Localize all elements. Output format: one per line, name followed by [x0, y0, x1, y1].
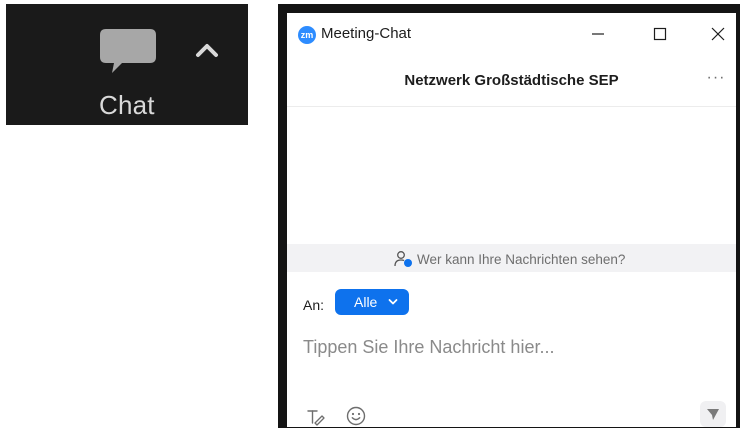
caret-up-icon[interactable] [194, 41, 220, 59]
close-button[interactable] [695, 13, 741, 55]
close-icon [711, 27, 725, 41]
chat-window: zm Meeting-Chat Netzwerk Großstädtische … [278, 4, 740, 428]
format-icon[interactable] [305, 406, 327, 428]
chat-panel: zm Meeting-Chat Netzwerk Großstädtische … [287, 13, 736, 427]
more-options-button[interactable]: ··· [704, 69, 728, 91]
chat-label: Chat [99, 90, 155, 120]
visibility-text: Wer kann Ihre Nachrichten sehen? [417, 251, 626, 267]
zoom-logo: zm [298, 26, 316, 44]
send-button[interactable] [700, 401, 726, 427]
minimize-icon [592, 33, 604, 35]
minimize-button[interactable] [575, 13, 621, 55]
emoji-icon[interactable] [345, 405, 367, 427]
send-icon [707, 409, 719, 420]
title-bar[interactable]: zm Meeting-Chat [287, 13, 736, 55]
visibility-banner[interactable]: Wer kann Ihre Nachrichten sehen? [287, 244, 736, 272]
composer: An: Alle [287, 272, 736, 427]
message-list [287, 108, 736, 244]
recipient-value: Alle [354, 294, 378, 310]
chevron-down-icon [388, 299, 398, 305]
to-label: An: [303, 297, 325, 313]
chat-bubble-icon [100, 29, 156, 73]
maximize-button[interactable] [637, 13, 683, 55]
window-title: Meeting-Chat [321, 25, 412, 42]
person-lock-icon [394, 251, 412, 267]
recipient-dropdown[interactable]: Alle [335, 289, 409, 315]
message-input[interactable] [303, 333, 723, 361]
chat-title: Netzwerk Großstädtische SEP [404, 72, 619, 89]
chat-header: Netzwerk Großstädtische SEP ··· [287, 55, 736, 107]
maximize-icon [653, 27, 667, 41]
toolbar-chat-button[interactable]: Chat [6, 4, 248, 125]
